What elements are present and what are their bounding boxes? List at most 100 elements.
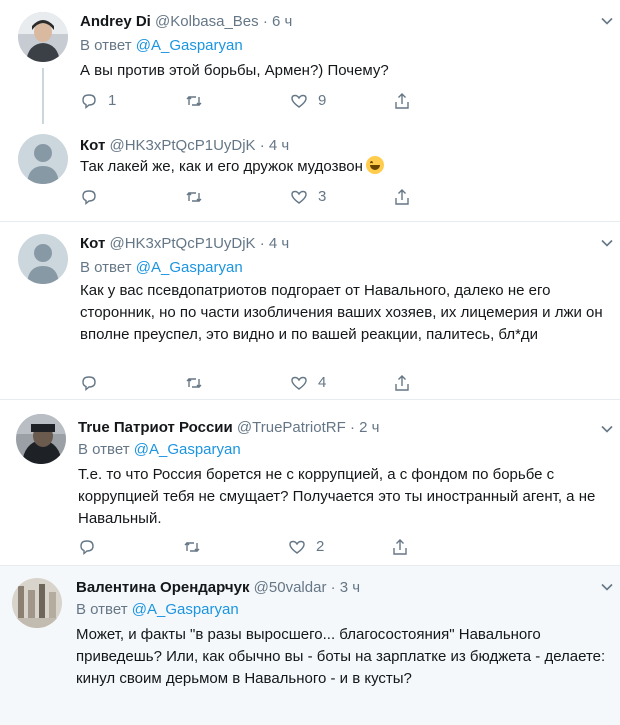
heart-icon: [291, 190, 307, 204]
tweet-text: А вы против этой борьбы, Армен?) Почему?: [80, 62, 389, 79]
tweet-text-body: Так лакей же, как и его дружок мудозвон: [80, 158, 363, 175]
reply-context: В ответ @A_Gasparyan: [76, 600, 239, 620]
like-button[interactable]: 9: [290, 92, 326, 110]
display-name[interactable]: True Патриот России: [78, 419, 233, 436]
separator-dot: ·: [259, 235, 265, 252]
user-handle[interactable]: @Kolbasa_Bes: [155, 13, 259, 30]
share-button[interactable]: [391, 538, 409, 556]
reply-button[interactable]: [80, 374, 108, 392]
retweet-button[interactable]: [185, 92, 213, 110]
tweet-true-patriot[interactable]: True Патриот России @TruePatriotRF · 2 ч…: [0, 400, 620, 566]
avatar[interactable]: [18, 12, 68, 62]
avatar[interactable]: [18, 134, 68, 184]
retweet-icon: [186, 96, 202, 106]
tweet-actions: 2: [78, 538, 408, 558]
retweet-button[interactable]: [185, 374, 213, 392]
reply-context: В ответ @A_Gasparyan: [80, 36, 243, 56]
tweet-text: Как у вас псевдопатриотов подгорает от Н…: [80, 282, 603, 343]
retweet-icon: [186, 378, 202, 388]
share-icon: [393, 539, 407, 555]
tweet-text: Может, и факты "в разы выросшего... благ…: [76, 626, 606, 687]
retweet-button[interactable]: [185, 188, 213, 206]
timestamp[interactable]: 4 ч: [269, 235, 289, 252]
separator-dot: ·: [262, 13, 268, 30]
like-count: 4: [318, 374, 327, 391]
chevron-down-icon[interactable]: [600, 422, 614, 436]
reply-context: В ответ @A_Gasparyan: [78, 440, 241, 460]
like-button[interactable]: 4: [290, 374, 326, 392]
reply-count: 1: [108, 92, 117, 109]
chevron-down-icon[interactable]: [600, 14, 614, 28]
chevron-down-icon[interactable]: [600, 580, 614, 594]
separator-dot: ·: [259, 137, 265, 154]
reply-prefix: В ответ: [78, 441, 134, 458]
tweet-actions: 4: [80, 374, 410, 394]
share-icon: [395, 93, 409, 109]
like-count: 9: [318, 92, 327, 109]
timestamp[interactable]: 2 ч: [359, 419, 379, 436]
tweet-text: Так лакей же, как и его дружок мудозвон: [80, 156, 605, 178]
like-count: 2: [316, 538, 325, 555]
speech-bubble-icon: [82, 190, 96, 205]
mention-link[interactable]: @A_Gasparyan: [132, 601, 239, 618]
tweet-kot-2[interactable]: Кот @HK3xPtQcP1UyDjK · 4 ч В ответ @A_Ga…: [0, 222, 620, 400]
like-count: 3: [318, 188, 327, 205]
share-button[interactable]: [393, 374, 411, 392]
tweet-header: Валентина Орендарчук @50valdar · 3 ч: [76, 578, 360, 598]
thread-line: [42, 68, 44, 124]
tweet-andrey-di[interactable]: Andrey Di @Kolbasa_Bes · 6 ч В ответ @A_…: [0, 0, 620, 124]
display-name[interactable]: Кот: [80, 137, 105, 154]
reply-button[interactable]: [80, 188, 108, 206]
heart-icon: [291, 376, 307, 390]
reply-prefix: В ответ: [80, 259, 136, 276]
tweet-valentina[interactable]: Валентина Орендарчук @50valdar · 3 ч В о…: [0, 566, 620, 725]
share-icon: [395, 189, 409, 205]
avatar[interactable]: [16, 414, 66, 464]
speech-bubble-icon: [82, 94, 96, 109]
mention-link[interactable]: @A_Gasparyan: [136, 37, 243, 54]
heart-icon: [291, 94, 307, 108]
user-handle[interactable]: @50valdar: [254, 579, 327, 596]
tweet-header: Кот @HK3xPtQcP1UyDjK · 4 ч: [80, 234, 289, 254]
reply-button[interactable]: 1: [80, 92, 116, 110]
heart-icon: [289, 540, 305, 554]
chevron-down-icon[interactable]: [600, 236, 614, 250]
retweet-button[interactable]: [183, 538, 211, 556]
retweet-icon: [184, 542, 200, 552]
reply-prefix: В ответ: [76, 601, 132, 618]
share-button[interactable]: [393, 188, 411, 206]
tweet-actions: 3: [80, 188, 410, 208]
display-name[interactable]: Andrey Di: [80, 13, 151, 30]
avatar[interactable]: [12, 578, 62, 628]
reply-context: В ответ @A_Gasparyan: [80, 258, 243, 278]
timestamp[interactable]: 4 ч: [269, 137, 289, 154]
grinning-face-emoji-icon: [365, 156, 384, 174]
tweet-header: Andrey Di @Kolbasa_Bes · 6 ч: [80, 12, 292, 32]
tweet-kot-1[interactable]: Кот @HK3xPtQcP1UyDjK · 4 ч Так лакей же,…: [0, 124, 620, 222]
avatar[interactable]: [18, 234, 68, 284]
timestamp[interactable]: 3 ч: [340, 579, 360, 596]
display-name[interactable]: Кот: [80, 235, 105, 252]
like-button[interactable]: 3: [290, 188, 326, 206]
user-handle[interactable]: @HK3xPtQcP1UyDjK: [109, 235, 255, 252]
mention-link[interactable]: @A_Gasparyan: [136, 259, 243, 276]
separator-dot: ·: [330, 579, 336, 596]
reply-button[interactable]: [78, 538, 106, 556]
tweet-header: True Патриот России @TruePatriotRF · 2 ч: [78, 418, 379, 438]
tweet-header: Кот @HK3xPtQcP1UyDjK · 4 ч: [80, 136, 289, 156]
tweet-text: Т.е. то что Россия борется не с коррупци…: [78, 466, 596, 527]
separator-dot: ·: [349, 419, 355, 436]
speech-bubble-icon: [82, 376, 96, 391]
display-name[interactable]: Валентина Орендарчук: [76, 579, 250, 596]
reply-prefix: В ответ: [80, 37, 136, 54]
user-handle[interactable]: @TruePatriotRF: [237, 419, 346, 436]
like-button[interactable]: 2: [288, 538, 324, 556]
mention-link[interactable]: @A_Gasparyan: [134, 441, 241, 458]
share-icon: [395, 375, 409, 391]
user-handle[interactable]: @HK3xPtQcP1UyDjK: [109, 137, 255, 154]
timestamp[interactable]: 6 ч: [272, 13, 292, 30]
speech-bubble-icon: [80, 540, 94, 555]
retweet-icon: [186, 192, 202, 202]
share-button[interactable]: [393, 92, 411, 110]
tweet-actions: 1 9: [80, 92, 410, 112]
